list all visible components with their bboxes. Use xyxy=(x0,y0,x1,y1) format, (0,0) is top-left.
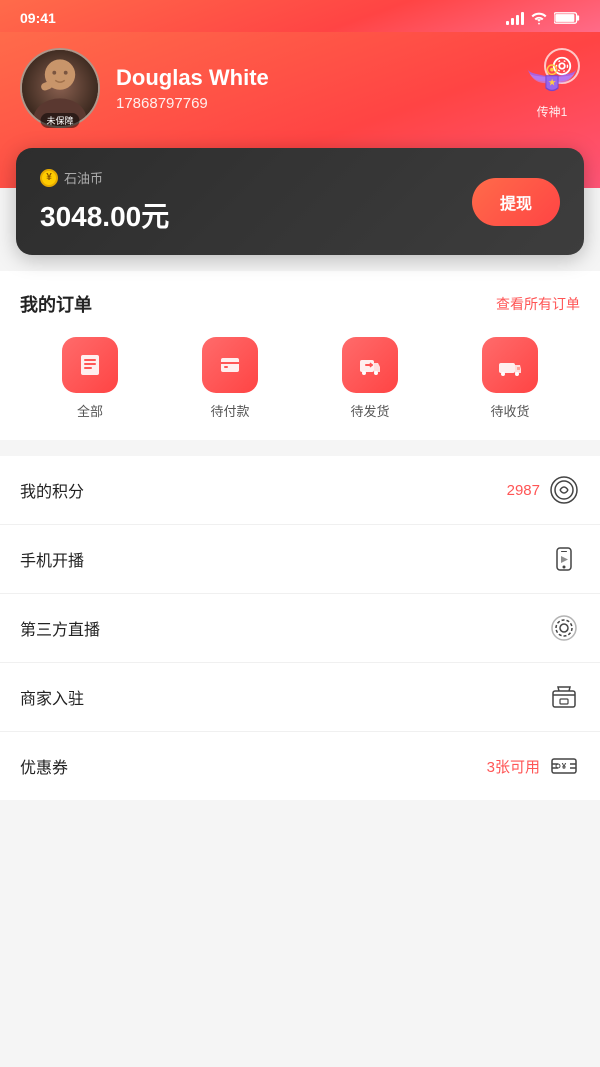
menu-text-points: 我的积分 xyxy=(20,478,84,502)
order-icons: 全部 待付款 xyxy=(20,337,580,420)
avatar-badge: 未保障 xyxy=(40,113,79,128)
menu-item-coupon[interactable]: 优惠券 3张可用 ¥ xyxy=(0,732,600,800)
live-icon xyxy=(548,612,580,644)
order-icon-pay xyxy=(202,337,258,393)
coupon-value: 3张可用 xyxy=(487,756,540,777)
menu-right-merchant xyxy=(548,681,580,713)
order-item-ship[interactable]: 待发货 xyxy=(342,337,398,420)
menu-left-broadcast: 手机开播 xyxy=(20,547,84,571)
menu-right-broadcast xyxy=(548,543,580,575)
profile-row: 未保障 Douglas White 17868797769 xyxy=(20,48,580,128)
rank-label: 传神1 xyxy=(537,103,568,120)
menu-text-broadcast: 手机开播 xyxy=(20,547,84,571)
profile-phone: 17868797769 xyxy=(116,95,508,112)
profile-name: Douglas White xyxy=(116,65,508,91)
orders-header: 我的订单 查看所有订单 xyxy=(20,291,580,317)
wifi-icon xyxy=(530,11,548,25)
menu-text-third-party: 第三方直播 xyxy=(20,616,100,640)
order-item-pay[interactable]: 待付款 xyxy=(202,337,258,420)
order-icon-ship xyxy=(342,337,398,393)
points-value: 2987 xyxy=(507,482,540,499)
menu-item-points[interactable]: 我的积分 2987 xyxy=(0,456,600,525)
menu-right-third-party xyxy=(548,612,580,644)
order-icon-all xyxy=(62,337,118,393)
menu-text-merchant: 商家入驻 xyxy=(20,685,84,709)
menu-left-merchant: 商家入驻 xyxy=(20,685,84,709)
broadcast-icon xyxy=(548,543,580,575)
order-label-ship: 待发货 xyxy=(350,401,389,420)
menu-right-points: 2987 xyxy=(507,474,580,506)
wallet-section: ¥ 石油币 3048.00元 提现 xyxy=(16,148,584,255)
rank-icon: ★ xyxy=(524,57,580,101)
points-icon xyxy=(548,474,580,506)
order-label-all: 全部 xyxy=(77,401,103,420)
signal-icon xyxy=(506,11,524,25)
order-label-pay: 待付款 xyxy=(210,401,249,420)
menu-left-points: 我的积分 xyxy=(20,478,84,502)
menu-right-coupon: 3张可用 ¥ xyxy=(487,750,580,782)
status-bar: 09:41 xyxy=(0,0,600,32)
svg-text:¥: ¥ xyxy=(562,762,567,771)
order-item-all[interactable]: 全部 xyxy=(62,337,118,420)
orders-section: 我的订单 查看所有订单 全部 xyxy=(0,271,600,440)
menu-item-third-party[interactable]: 第三方直播 xyxy=(0,594,600,663)
rank-badge: ★ 传神1 xyxy=(524,57,580,120)
view-all-orders[interactable]: 查看所有订单 xyxy=(496,294,580,314)
order-label-receive: 待收货 xyxy=(490,401,529,420)
order-item-receive[interactable]: 待收货 xyxy=(482,337,538,420)
coupon-icon: ¥ xyxy=(548,750,580,782)
wallet-info: ¥ 石油币 3048.00元 xyxy=(40,168,169,235)
withdraw-button[interactable]: 提现 xyxy=(472,178,560,226)
battery-icon xyxy=(554,11,580,25)
coin-icon: ¥ xyxy=(40,169,58,187)
wallet-amount: 3048.00元 xyxy=(40,195,169,235)
menu-item-mobile-broadcast[interactable]: 手机开播 xyxy=(0,525,600,594)
order-icon-receive xyxy=(482,337,538,393)
status-time: 09:41 xyxy=(20,10,56,26)
wallet-card: ¥ 石油币 3048.00元 提现 xyxy=(16,148,584,255)
status-icons xyxy=(506,11,580,25)
wallet-title: ¥ 石油币 xyxy=(40,168,169,187)
menu-left-third-party: 第三方直播 xyxy=(20,616,100,640)
merchant-icon xyxy=(548,681,580,713)
menu-section: 我的积分 2987 手机开播 xyxy=(0,456,600,800)
menu-item-merchant[interactable]: 商家入驻 xyxy=(0,663,600,732)
svg-text:★: ★ xyxy=(548,77,556,87)
menu-left-coupon: 优惠券 xyxy=(20,754,68,778)
avatar[interactable]: 未保障 xyxy=(20,48,100,128)
menu-text-coupon: 优惠券 xyxy=(20,754,68,778)
profile-info: Douglas White 17868797769 xyxy=(116,65,508,112)
orders-title: 我的订单 xyxy=(20,291,92,317)
